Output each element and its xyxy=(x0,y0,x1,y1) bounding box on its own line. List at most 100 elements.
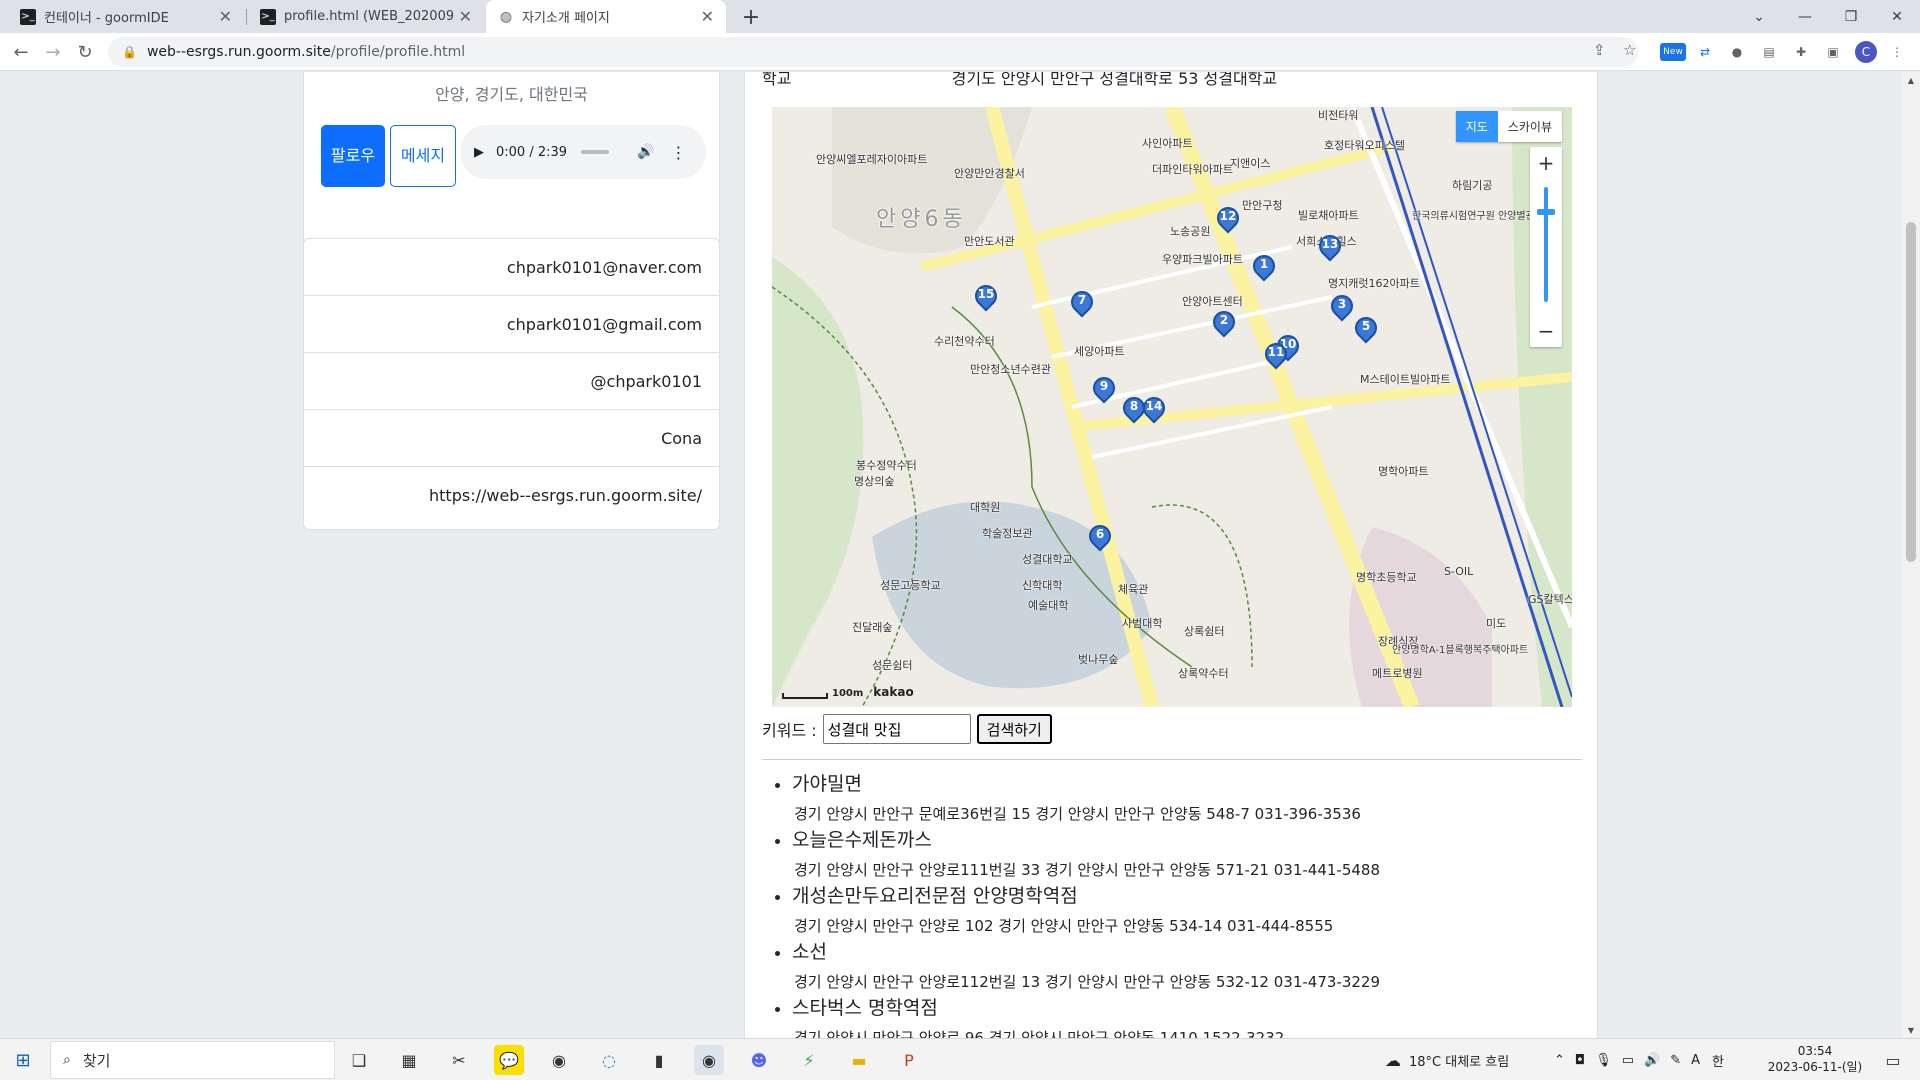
kakao-map[interactable]: 안양6동 안양씨엘포레자이아파트 안양만안경찰서 만안도서관 만안구청 안양아트… xyxy=(772,107,1572,707)
webcam-icon[interactable]: ◘ xyxy=(1575,1053,1585,1068)
new-tab-button[interactable]: + xyxy=(738,4,764,30)
edge-icon[interactable]: ◌ xyxy=(594,1045,624,1075)
taskbar-search[interactable]: ⌕ 찾기 xyxy=(50,1041,335,1079)
clock-time: 03:54 xyxy=(1797,1044,1833,1058)
minimize-button[interactable]: — xyxy=(1782,0,1828,33)
contact-links-card: chpark0101@naver.com chpark0101@gmail.co… xyxy=(303,238,720,530)
extension-icon[interactable]: ● xyxy=(1726,41,1748,63)
tab-profile-html[interactable]: >_ profile.html (WEB_20200984) - g ✕ xyxy=(248,0,484,33)
list-item[interactable]: 소선 경기 안양시 만안구 안양로112번길 13 경기 안양시 만안구 안양동… xyxy=(775,939,1572,995)
tab-goormide[interactable]: >_ 컨테이너 - goormIDE ✕ xyxy=(8,0,244,33)
map-marker[interactable]: 5 xyxy=(1350,312,1382,347)
menu-icon[interactable]: ⋮ xyxy=(1886,41,1908,63)
list-item[interactable]: 스타벅스 명학역점 경기 안양시 만안구 안양로 96 경기 안양시 만안구 안… xyxy=(775,995,1572,1038)
translate-extension-icon[interactable]: ⇄ xyxy=(1694,41,1716,63)
clock[interactable]: 03:54 2023-06-11-(일) xyxy=(1760,1043,1870,1075)
link-nickname[interactable]: Cona xyxy=(304,410,719,467)
map-marker[interactable]: 3 xyxy=(1326,290,1358,325)
puzzle-extensions-icon[interactable]: ✚ xyxy=(1790,41,1812,63)
map-label: 만안도서관 xyxy=(964,235,1015,248)
side-panel-icon[interactable]: ▣ xyxy=(1822,41,1844,63)
ime-mode[interactable]: A xyxy=(1691,1053,1700,1068)
scrollbar-thumb[interactable] xyxy=(1906,222,1916,562)
chrome-active-icon[interactable]: ◉ xyxy=(694,1045,724,1075)
map-marker[interactable]: 2 xyxy=(1208,306,1240,341)
follow-button[interactable]: 팔로우 xyxy=(321,125,385,187)
microphone-icon[interactable]: 🎙 xyxy=(1595,1053,1612,1068)
audio-seek-bar[interactable] xyxy=(581,150,610,154)
close-icon[interactable]: ✕ xyxy=(219,7,232,26)
close-icon[interactable]: ✕ xyxy=(701,7,714,26)
map-label: 학술정보관 xyxy=(982,527,1033,540)
map-mode-button[interactable]: 지도 xyxy=(1455,111,1498,142)
list-item[interactable]: 가야밀면 경기 안양시 만안구 문예로36번길 15 경기 안양시 만안구 안양… xyxy=(775,771,1572,827)
search-button[interactable]: 검색하기 xyxy=(976,714,1052,744)
notification-icon[interactable]: ▭ xyxy=(1878,1045,1908,1075)
tab-profile-page[interactable]: ◍ 자기소개 페이지 ✕ xyxy=(486,0,726,33)
volume-icon[interactable]: 🔊 xyxy=(1644,1053,1660,1068)
kakaotalk-icon[interactable]: 💬 xyxy=(494,1045,524,1075)
network-icon[interactable]: ▭ xyxy=(1622,1053,1634,1068)
back-icon[interactable]: ← xyxy=(8,39,34,65)
list-item[interactable]: 오늘은수제돈까스 경기 안양시 만안구 안양로111번길 33 경기 안양시 만… xyxy=(775,827,1572,883)
map-marker[interactable]: 11 xyxy=(1260,338,1292,373)
map-marker[interactable]: 7 xyxy=(1066,286,1098,321)
powerpoint-icon[interactable]: P xyxy=(894,1045,924,1075)
marker-number: 3 xyxy=(1337,297,1347,311)
chevron-up-icon[interactable]: ⌃ xyxy=(1554,1053,1565,1068)
link-email-gmail[interactable]: chpark0101@gmail.com xyxy=(304,296,719,353)
link-email-naver[interactable]: chpark0101@naver.com xyxy=(304,239,719,296)
map-marker[interactable]: 14 xyxy=(1138,392,1170,427)
link-website[interactable]: https://web--esrgs.run.goorm.site/ xyxy=(304,467,719,524)
terminal-icon: >_ xyxy=(260,8,276,25)
message-button[interactable]: 메세지 xyxy=(390,125,456,187)
keyword-input[interactable] xyxy=(822,714,971,744)
reading-list-icon[interactable]: ▤ xyxy=(1758,41,1780,63)
bookmark-star-icon[interactable]: ☆ xyxy=(1623,41,1636,59)
lock-icon[interactable]: 🔒 xyxy=(122,45,137,59)
terminal-icon: >_ xyxy=(20,8,36,25)
weather-widget[interactable]: ☁ 18°C 대체로 흐림 xyxy=(1385,1039,1509,1080)
profile-avatar[interactable]: C xyxy=(1855,41,1877,63)
address-bar[interactable]: 🔒 web--esrgs.run.goorm.site/profile/prof… xyxy=(108,37,1638,67)
page-scrollbar[interactable]: ▲ ▼ xyxy=(1902,72,1920,1038)
calculator-icon[interactable]: ▦ xyxy=(394,1045,424,1075)
close-icon[interactable]: ✕ xyxy=(459,7,472,26)
map-marker[interactable]: 9 xyxy=(1088,372,1120,407)
restore-button[interactable]: ❐ xyxy=(1828,0,1874,33)
zoom-slider-handle[interactable] xyxy=(1537,209,1555,215)
link-social-handle[interactable]: @chpark0101 xyxy=(304,353,719,410)
map-marker[interactable]: 15 xyxy=(970,280,1002,315)
tab-search-icon[interactable]: ⌄ xyxy=(1736,0,1782,33)
windows-start-icon[interactable]: ⊞ xyxy=(8,1045,38,1075)
scroll-down-icon[interactable]: ▼ xyxy=(1902,1022,1920,1038)
zoom-in-button[interactable]: + xyxy=(1530,147,1562,179)
task-view-icon[interactable]: ❑ xyxy=(344,1045,374,1075)
close-window-button[interactable]: ✕ xyxy=(1874,0,1920,33)
skyview-mode-button[interactable]: 스카이뷰 xyxy=(1498,111,1562,142)
ime-language[interactable]: 한 xyxy=(1712,1051,1724,1070)
share-icon[interactable]: ⇪ xyxy=(1593,41,1606,59)
map-marker[interactable]: 1 xyxy=(1248,250,1280,285)
map-marker[interactable]: 13 xyxy=(1314,230,1346,265)
forward-icon[interactable]: → xyxy=(40,39,66,65)
discord-icon[interactable]: ☻ xyxy=(744,1045,774,1075)
sticky-notes-icon[interactable]: ▮ xyxy=(644,1045,674,1075)
file-explorer-icon[interactable]: ▬ xyxy=(844,1045,874,1075)
map-marker[interactable]: 12 xyxy=(1212,202,1244,237)
map-marker[interactable]: 6 xyxy=(1084,520,1116,555)
play-icon[interactable]: ▶ xyxy=(474,145,484,160)
zoom-out-button[interactable]: − xyxy=(1530,315,1562,347)
app-icon[interactable]: ⚡ xyxy=(794,1045,824,1075)
new-badge-extension[interactable]: New xyxy=(1660,43,1686,61)
tab-separator xyxy=(246,9,247,25)
zoom-slider-track[interactable] xyxy=(1544,187,1548,302)
snipping-tool-icon[interactable]: ✂ xyxy=(444,1045,474,1075)
reload-icon[interactable]: ↻ xyxy=(72,39,98,65)
volume-icon[interactable]: 🔊 xyxy=(637,144,654,160)
scroll-up-icon[interactable]: ▲ xyxy=(1902,72,1920,88)
more-options-icon[interactable]: ⋮ xyxy=(671,143,687,162)
chrome-icon[interactable]: ◉ xyxy=(544,1045,574,1075)
list-item[interactable]: 개성손만두요리전문점 안양명학역점 경기 안양시 만안구 안양로 102 경기 … xyxy=(775,883,1572,939)
pen-icon[interactable]: ✎ xyxy=(1670,1053,1681,1068)
